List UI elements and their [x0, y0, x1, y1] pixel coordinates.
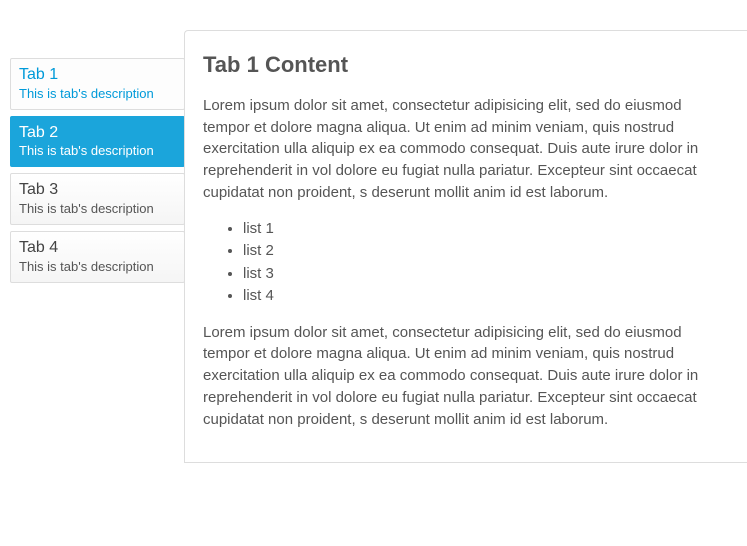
content-heading: Tab 1 Content [203, 49, 729, 81]
tab-list: Tab 1 This is tab's description Tab 2 Th… [10, 58, 185, 463]
content-paragraph: Lorem ipsum dolor sit amet, consectetur … [203, 322, 729, 431]
tab-title: Tab 2 [19, 123, 176, 144]
tab-description: This is tab's description [19, 86, 176, 103]
list-item: list 4 [243, 285, 729, 308]
tab-description: This is tab's description [19, 259, 176, 276]
tab-widget: Tab 1 This is tab's description Tab 2 Th… [0, 0, 747, 463]
tab-title: Tab 4 [19, 238, 176, 259]
content-paragraph: Lorem ipsum dolor sit amet, consectetur … [203, 95, 729, 204]
tab-description: This is tab's description [19, 143, 176, 160]
tab-1[interactable]: Tab 1 This is tab's description [10, 58, 185, 110]
tab-2[interactable]: Tab 2 This is tab's description [10, 116, 185, 168]
list-item: list 3 [243, 263, 729, 286]
tab-4[interactable]: Tab 4 This is tab's description [10, 231, 185, 283]
tab-title: Tab 1 [19, 65, 176, 86]
list-item: list 1 [243, 218, 729, 241]
tab-3[interactable]: Tab 3 This is tab's description [10, 173, 185, 225]
content-list: list 1 list 2 list 3 list 4 [243, 218, 729, 308]
tab-content-panel: Tab 1 Content Lorem ipsum dolor sit amet… [184, 30, 747, 463]
tab-title: Tab 3 [19, 180, 176, 201]
list-item: list 2 [243, 240, 729, 263]
tab-description: This is tab's description [19, 201, 176, 218]
